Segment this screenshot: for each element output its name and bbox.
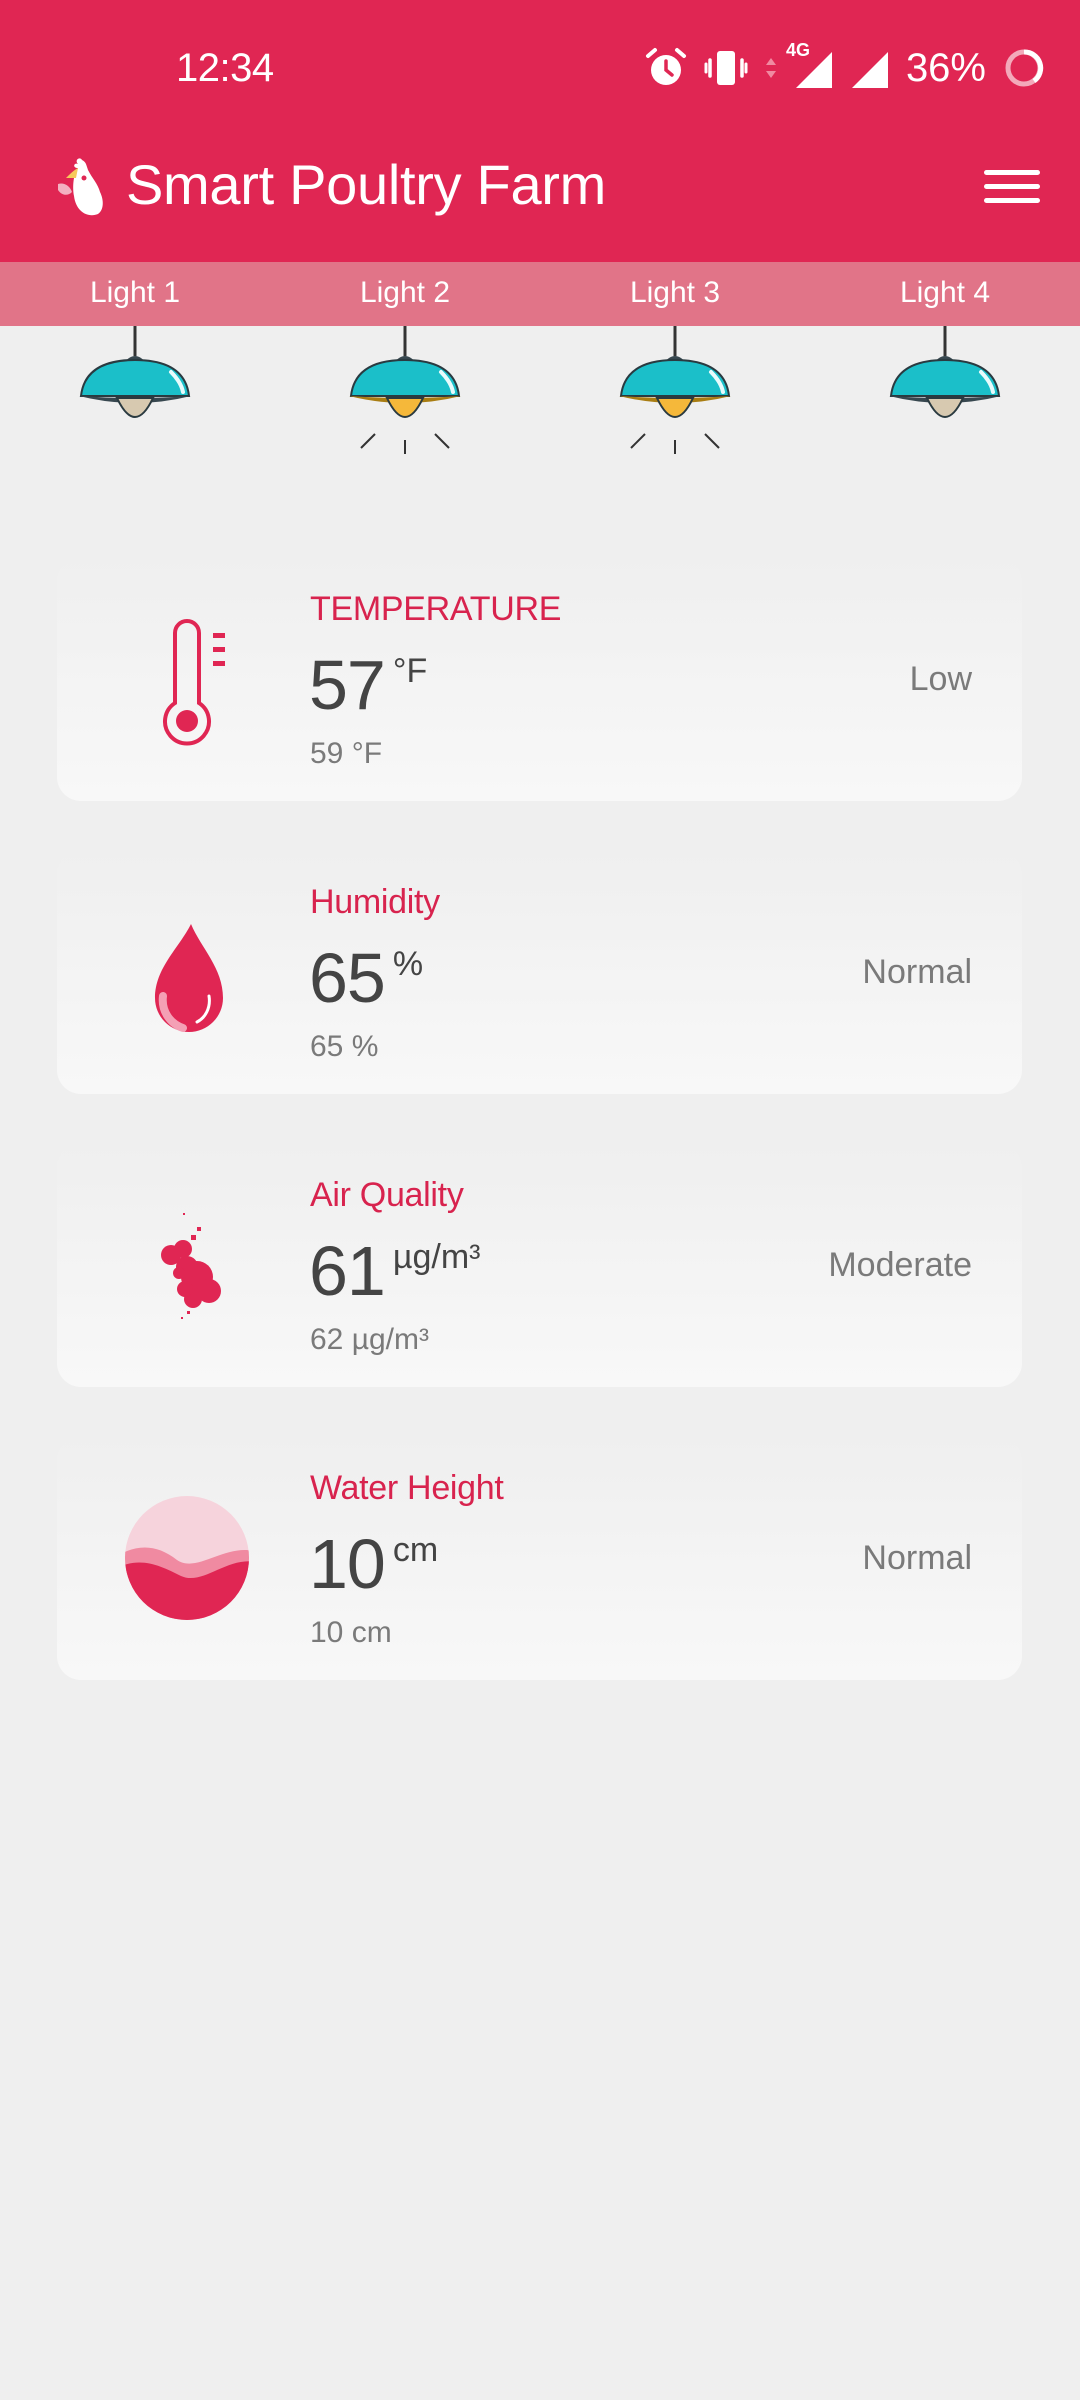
card-value: 57 xyxy=(309,646,386,724)
card-value-row: 10 cm xyxy=(309,1524,438,1604)
smoke-particles-icon xyxy=(161,1213,221,1319)
card-title: Air Quality xyxy=(310,1176,464,1214)
card-value: 61 xyxy=(309,1232,386,1310)
light-toggle-4[interactable]: Light 4 xyxy=(835,262,1055,482)
signal-icon xyxy=(851,52,888,88)
signal-4g-icon: 4G xyxy=(786,40,834,90)
card-title: Water Height xyxy=(310,1469,504,1507)
rooster-logo-icon xyxy=(58,158,103,216)
card-status: Normal xyxy=(862,953,972,991)
light-label: Light 1 xyxy=(89,276,181,309)
card-value: 65 xyxy=(309,939,386,1017)
lamp-on-icon xyxy=(349,326,461,454)
light-toggle-2[interactable]: Light 2 xyxy=(295,262,515,482)
sensor-card-water-height[interactable]: Water Height 10 cm 10 cm Normal xyxy=(57,1436,1022,1680)
card-value-row: 65% xyxy=(309,938,423,1018)
battery-ring-icon xyxy=(1005,49,1044,87)
card-secondary-reading: 65 % xyxy=(310,1030,379,1063)
card-secondary-reading: 62 µg/m³ xyxy=(310,1323,429,1356)
sensor-card-humidity[interactable]: Humidity 65% 65 % Normal xyxy=(57,850,1022,1094)
card-value: 10 xyxy=(309,1525,386,1603)
card-unit: °F xyxy=(392,652,428,690)
light-toggle-1[interactable]: Light 1 xyxy=(25,262,245,482)
thermometer-icon xyxy=(163,619,225,746)
light-label: Light 2 xyxy=(359,276,451,309)
card-status: Moderate xyxy=(828,1246,972,1284)
water-drop-icon xyxy=(155,924,223,1032)
card-secondary-reading: 10 cm xyxy=(310,1616,392,1649)
status-icons: 4G 36% xyxy=(644,38,1046,98)
lamp-off-icon xyxy=(889,326,1001,418)
lamp-on-icon xyxy=(619,326,731,454)
lamp-off-icon xyxy=(79,326,191,418)
status-bar: 12:34 4G 36% xyxy=(0,0,1080,130)
data-arrows-icon xyxy=(765,58,776,78)
card-status: Low xyxy=(909,660,972,698)
card-unit: µg/m³ xyxy=(392,1238,481,1276)
card-unit: % xyxy=(392,945,424,983)
card-secondary-reading: 59 °F xyxy=(310,737,383,770)
water-level-icon xyxy=(125,1496,249,1620)
app-title: Smart Poultry Farm xyxy=(126,153,607,216)
light-label: Light 4 xyxy=(899,276,991,309)
app-bar: Smart Poultry Farm xyxy=(0,130,1080,262)
sensor-card-air-quality[interactable]: Air Quality 61 µg/m³ 62 µg/m³ Moderate xyxy=(57,1143,1022,1387)
light-label: Light 3 xyxy=(629,276,721,309)
battery-percent: 36% xyxy=(905,46,986,90)
sensor-card-temperature[interactable]: TEMPERATURE 57 °F 59 °F Low xyxy=(57,557,1022,801)
alarm-icon xyxy=(645,48,686,85)
status-time: 12:34 xyxy=(176,46,274,90)
hamburger-menu-icon xyxy=(984,169,1040,175)
card-title: Humidity xyxy=(310,883,440,921)
card-value-row: 61 µg/m³ xyxy=(309,1231,480,1311)
light-toggle-3[interactable]: Light 3 xyxy=(565,262,785,482)
card-value-row: 57 °F xyxy=(309,645,427,725)
menu-button[interactable] xyxy=(984,158,1040,214)
card-unit: cm xyxy=(392,1531,439,1569)
vibrate-icon xyxy=(704,51,748,85)
card-title: TEMPERATURE xyxy=(310,590,562,628)
card-status: Normal xyxy=(862,1539,972,1577)
